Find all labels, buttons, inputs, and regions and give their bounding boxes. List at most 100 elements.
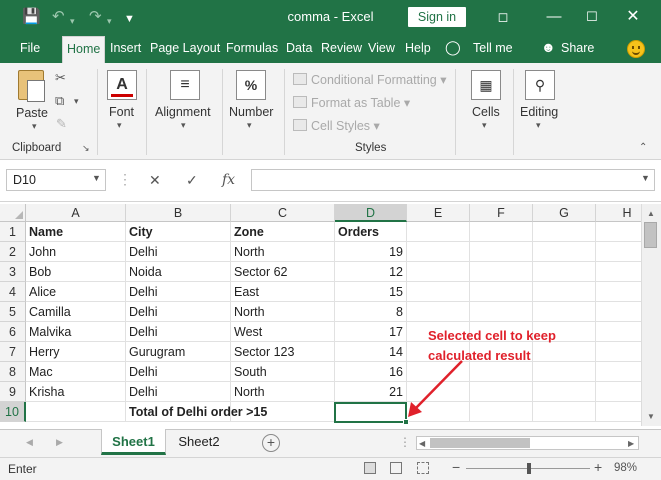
cell-c2[interactable]: North: [231, 242, 335, 262]
row-header-5[interactable]: 5: [0, 302, 26, 322]
row-header-2[interactable]: 2: [0, 242, 26, 262]
cell-d6[interactable]: 17: [335, 322, 407, 342]
ribbon-display-options-icon[interactable]: ◻: [488, 6, 518, 28]
column-header-g[interactable]: G: [533, 204, 596, 222]
clipboard-launcher-icon[interactable]: ↘: [82, 143, 90, 154]
cell-b6[interactable]: Delhi: [126, 322, 231, 342]
row-header-3[interactable]: 3: [0, 262, 26, 282]
row-header-10[interactable]: 10: [0, 402, 26, 422]
cell-d3[interactable]: 12: [335, 262, 407, 282]
cell-d8[interactable]: 16: [335, 362, 407, 382]
cells-button[interactable]: Cells: [472, 105, 500, 119]
cell-b4[interactable]: Delhi: [126, 282, 231, 302]
cell-a6[interactable]: Malvika: [26, 322, 126, 342]
row-header-9[interactable]: 9: [0, 382, 26, 402]
cell-a4[interactable]: Alice: [26, 282, 126, 302]
cell-h9[interactable]: [596, 382, 641, 402]
cell-d1[interactable]: Orders: [335, 222, 407, 242]
cell-c5[interactable]: North: [231, 302, 335, 322]
cell-h8[interactable]: [596, 362, 641, 382]
page-break-preview-icon[interactable]: [417, 462, 429, 474]
formula-input[interactable]: [251, 169, 655, 191]
cell-c7[interactable]: Sector 123: [231, 342, 335, 362]
cell-g2[interactable]: [533, 242, 596, 262]
zoom-slider-knob[interactable]: [527, 463, 531, 474]
normal-view-icon[interactable]: [364, 462, 376, 474]
tab-insert[interactable]: Insert: [110, 41, 141, 55]
column-header-d[interactable]: D: [335, 204, 407, 222]
cell-d5[interactable]: 8: [335, 302, 407, 322]
cell-a10[interactable]: [26, 402, 126, 422]
cell-e3[interactable]: [407, 262, 470, 282]
cell-f10[interactable]: [470, 402, 533, 422]
editing-dropdown-icon[interactable]: ▾: [536, 120, 541, 131]
tab-view[interactable]: View: [368, 41, 395, 55]
zoom-out-button[interactable]: −: [452, 459, 460, 475]
cancel-entry-icon[interactable]: ✕: [149, 172, 161, 189]
cell-e4[interactable]: [407, 282, 470, 302]
cell-e1[interactable]: [407, 222, 470, 242]
alignment-icon[interactable]: ≡: [170, 70, 200, 100]
name-box-dropdown-icon[interactable]: ▼: [92, 173, 101, 183]
column-header-e[interactable]: E: [407, 204, 470, 222]
feedback-smiley-icon[interactable]: [627, 40, 645, 58]
copy-icon[interactable]: ⧉: [55, 93, 64, 109]
cell-a1[interactable]: Name: [26, 222, 126, 242]
collapse-ribbon-icon[interactable]: ⌃: [639, 142, 647, 153]
cell-a7[interactable]: Herry: [26, 342, 126, 362]
cell-g10[interactable]: [533, 402, 596, 422]
cell-f2[interactable]: [470, 242, 533, 262]
share-button[interactable]: Share: [561, 41, 594, 55]
maximize-button[interactable]: ☐: [577, 6, 607, 28]
cell-d9[interactable]: 21: [335, 382, 407, 402]
insert-function-icon[interactable]: fx: [222, 172, 235, 188]
editing-button[interactable]: Editing: [520, 105, 558, 119]
cell-h4[interactable]: [596, 282, 641, 302]
row-header-7[interactable]: 7: [0, 342, 26, 362]
select-all-corner[interactable]: [0, 204, 26, 222]
vertical-scroll-thumb[interactable]: [644, 222, 657, 248]
share-person-icon[interactable]: ☻: [541, 39, 556, 55]
cell-f1[interactable]: [470, 222, 533, 242]
alignment-button[interactable]: Alignment: [155, 105, 211, 119]
format-painter-icon[interactable]: ✎: [56, 116, 67, 132]
scroll-down-icon[interactable]: ▼: [647, 412, 655, 421]
cells-dropdown-icon[interactable]: ▾: [482, 120, 487, 131]
row-header-1[interactable]: 1: [0, 222, 26, 242]
scroll-up-icon[interactable]: ▲: [647, 209, 655, 218]
cell-h2[interactable]: [596, 242, 641, 262]
sheet-tab-sheet2[interactable]: Sheet2: [170, 429, 228, 455]
cell-e2[interactable]: [407, 242, 470, 262]
cell-a2[interactable]: John: [26, 242, 126, 262]
cell-c8[interactable]: South: [231, 362, 335, 382]
cell-h1[interactable]: [596, 222, 641, 242]
column-header-a[interactable]: A: [26, 204, 126, 222]
active-cell-d10[interactable]: [334, 402, 407, 423]
cell-b7[interactable]: Gurugram: [126, 342, 231, 362]
cell-styles-button[interactable]: Cell Styles ▾: [293, 118, 380, 133]
cut-icon[interactable]: ✂: [55, 70, 66, 86]
tell-me-search[interactable]: Tell me: [473, 41, 513, 55]
font-dropdown-icon[interactable]: ▾: [117, 120, 122, 131]
cell-b5[interactable]: Delhi: [126, 302, 231, 322]
cell-e5[interactable]: [407, 302, 470, 322]
column-header-c[interactable]: C: [231, 204, 335, 222]
cell-f4[interactable]: [470, 282, 533, 302]
worksheet-grid[interactable]: A B C D E F G H 1 Name City Zone Orders 2 John…: [0, 204, 641, 424]
cell-b8[interactable]: Delhi: [126, 362, 231, 382]
lightbulb-icon[interactable]: ◯: [445, 39, 461, 56]
tab-scroll-right-icon[interactable]: ▶: [56, 437, 63, 448]
cells-icon[interactable]: ▦: [471, 70, 501, 100]
alignment-dropdown-icon[interactable]: ▾: [181, 120, 186, 131]
column-header-f[interactable]: F: [470, 204, 533, 222]
cell-g9[interactable]: [533, 382, 596, 402]
row-header-4[interactable]: 4: [0, 282, 26, 302]
paste-button[interactable]: Paste: [16, 106, 48, 120]
cell-c3[interactable]: Sector 62: [231, 262, 335, 282]
cell-d2[interactable]: 19: [335, 242, 407, 262]
add-sheet-icon[interactable]: +: [262, 434, 280, 452]
scroll-right-icon[interactable]: ▶: [628, 439, 634, 448]
format-as-table-button[interactable]: Format as Table ▾: [293, 95, 410, 110]
cell-b10[interactable]: Total of Delhi order >15: [126, 402, 267, 422]
cell-b2[interactable]: Delhi: [126, 242, 231, 262]
